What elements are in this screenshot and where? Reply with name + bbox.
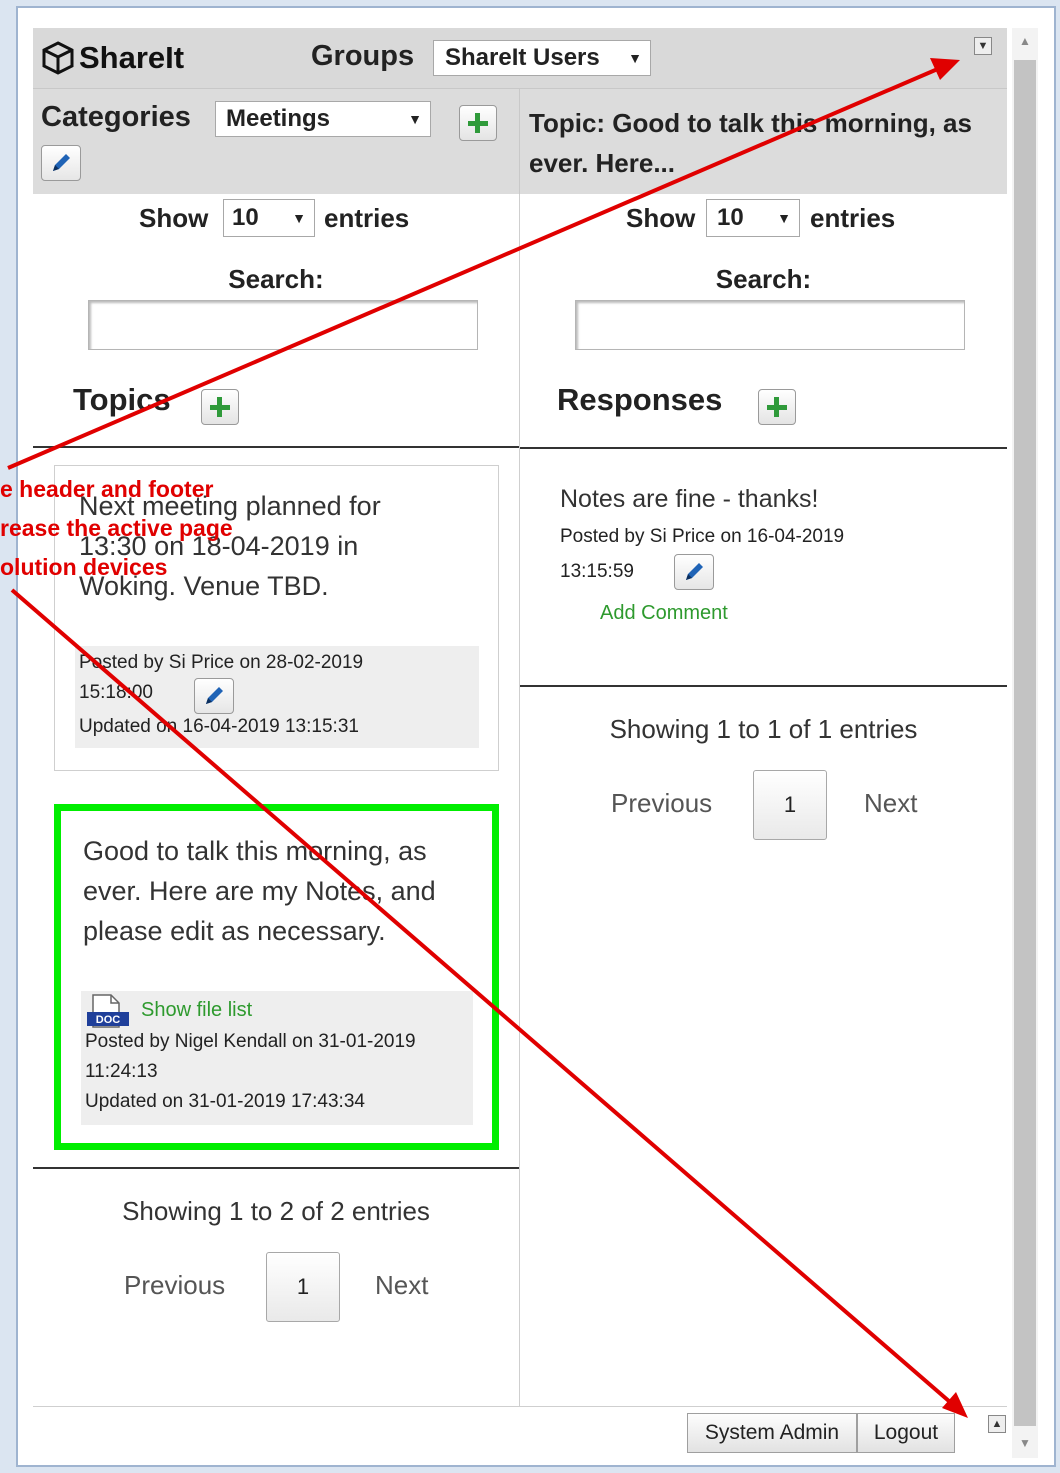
add-topic-button[interactable] [201, 389, 239, 425]
divider [520, 447, 1007, 449]
groups-select-value: ShareIt Users [445, 44, 600, 71]
categories-header: Categories Meetings ▼ [33, 89, 520, 194]
add-comment-link[interactable]: Add Comment [600, 602, 980, 625]
annotation-text: e header and footer rease the active pag… [0, 470, 233, 587]
topic-updated: Updated on 16-04-2019 13:15:31 [79, 716, 359, 737]
app-name: ShareIt [79, 40, 185, 75]
response-text: Notes are fine - thanks! [560, 485, 819, 513]
annotation-line: rease the active page [0, 515, 233, 541]
topics-length-control: Show 10 ▼ entries [33, 199, 519, 237]
topic-card-selected[interactable]: Good to talk this morning, as ever. Here… [54, 804, 499, 1150]
page-1-button[interactable]: 1 [266, 1252, 340, 1322]
topics-info: Showing 1 to 2 of 2 entries [122, 1196, 430, 1226]
responses-search-label: Search: [715, 264, 812, 294]
topics-length-select[interactable]: 10 ▼ [223, 199, 315, 237]
topics-search-label: Search: [228, 264, 324, 294]
topic-title: Topic: Good to talk this morning, as eve… [529, 108, 972, 178]
responses-column: Show 10 ▼ entries Search: Responses Note… [520, 194, 1007, 1406]
footer-bar: System Admin Logout ▲ [33, 1406, 1007, 1459]
topics-search-input[interactable] [88, 300, 478, 350]
chevron-down-icon: ▼ [408, 111, 422, 127]
scroll-down-icon[interactable]: ▼ [1019, 1436, 1031, 1450]
scrollbar-thumb[interactable] [1014, 60, 1036, 1426]
responses-search-input[interactable] [575, 300, 965, 350]
system-admin-button[interactable]: System Admin [687, 1413, 857, 1453]
responses-info: Showing 1 to 1 of 1 entries [609, 714, 918, 744]
topic-time: 11:24:13 [85, 1061, 158, 1082]
topic-meta: DOC Show file list Posted by Nigel Kenda… [81, 991, 473, 1125]
categories-label: Categories [41, 101, 191, 133]
response-posted: Posted by Si Price on 16-04-2019 [560, 526, 845, 547]
topics-title: Topics [73, 382, 171, 417]
svg-text:DOC: DOC [96, 1014, 121, 1026]
pencil-icon [206, 687, 223, 704]
topic-posted: Posted by Nigel Kendall on 31-01-2019 [85, 1031, 416, 1052]
expand-footer-button[interactable]: ▲ [988, 1415, 1006, 1433]
top-bar: ShareIt Groups ShareIt Users ▼ ▼ [33, 28, 1007, 89]
add-response-button[interactable] [758, 389, 796, 425]
annotation-line: olution devices [0, 554, 168, 580]
topic-time: 15:18:00 [79, 682, 153, 703]
show-label: Show [139, 203, 209, 233]
doc-file-icon: DOC [87, 994, 129, 1028]
categories-select-value: Meetings [226, 105, 331, 132]
show-label: Show [626, 203, 696, 233]
logout-button[interactable]: Logout [857, 1413, 955, 1453]
page-1-button[interactable]: 1 [753, 770, 827, 840]
previous-button[interactable]: Previous [611, 788, 712, 819]
topic-text: Good to talk this morning, as ever. Here… [83, 836, 436, 946]
topic-header: Topic: Good to talk this morning, as eve… [520, 89, 1007, 194]
responses-title: Responses [557, 382, 723, 417]
divider [33, 446, 519, 448]
collapse-header-button[interactable]: ▼ [974, 37, 992, 55]
annotation-line: e header and footer [0, 476, 214, 502]
groups-select[interactable]: ShareIt Users ▼ [433, 40, 651, 76]
pencil-icon [53, 154, 70, 171]
edit-category-button[interactable] [41, 145, 81, 181]
chevron-down-icon: ▼ [777, 210, 791, 226]
chevron-down-icon: ▼ [628, 50, 642, 66]
response-item: Notes are fine - thanks! Posted by Si Pr… [560, 482, 980, 625]
cube-icon [42, 41, 74, 75]
add-category-button[interactable] [459, 105, 497, 141]
responses-length-select[interactable]: 10 ▼ [706, 199, 800, 237]
groups-label: Groups [311, 40, 415, 72]
chevron-down-icon: ▼ [292, 210, 306, 226]
topics-pagination: Previous 1 Next [121, 1252, 451, 1324]
divider [520, 685, 1007, 687]
topic-meta: Posted by Si Price on 28-02-2019 15:18:0… [75, 646, 479, 748]
topics-column: Show 10 ▼ entries Search: Topics Next me… [33, 194, 520, 1406]
responses-length-control: Show 10 ▼ entries [520, 199, 1007, 237]
topic-updated: Updated on 31-01-2019 17:43:34 [85, 1091, 365, 1112]
next-button[interactable]: Next [375, 1270, 428, 1301]
entries-label: entries [324, 203, 410, 233]
app-logo: ShareIt [41, 38, 184, 78]
topics-length-value: 10 [232, 204, 259, 231]
divider [33, 1167, 519, 1169]
edit-response-button[interactable] [674, 554, 714, 590]
edit-topic-button[interactable] [194, 678, 234, 714]
entries-label: entries [810, 203, 896, 233]
scroll-up-icon[interactable]: ▲ [1019, 34, 1031, 48]
topic-posted: Posted by Si Price on 28-02-2019 [79, 652, 364, 673]
pencil-icon [686, 563, 703, 580]
categories-select[interactable]: Meetings ▼ [215, 101, 431, 137]
app-window: ShareIt Groups ShareIt Users ▼ ▼ Categor… [33, 28, 1007, 1459]
responses-pagination: Previous 1 Next [608, 770, 938, 842]
show-file-list-link[interactable]: Show file list [141, 995, 252, 1025]
responses-length-value: 10 [717, 204, 744, 231]
scrollbar[interactable]: ▲ ▼ [1012, 28, 1038, 1458]
previous-button[interactable]: Previous [124, 1270, 225, 1301]
next-button[interactable]: Next [864, 788, 917, 819]
response-time: 13:15:59 [560, 561, 634, 582]
